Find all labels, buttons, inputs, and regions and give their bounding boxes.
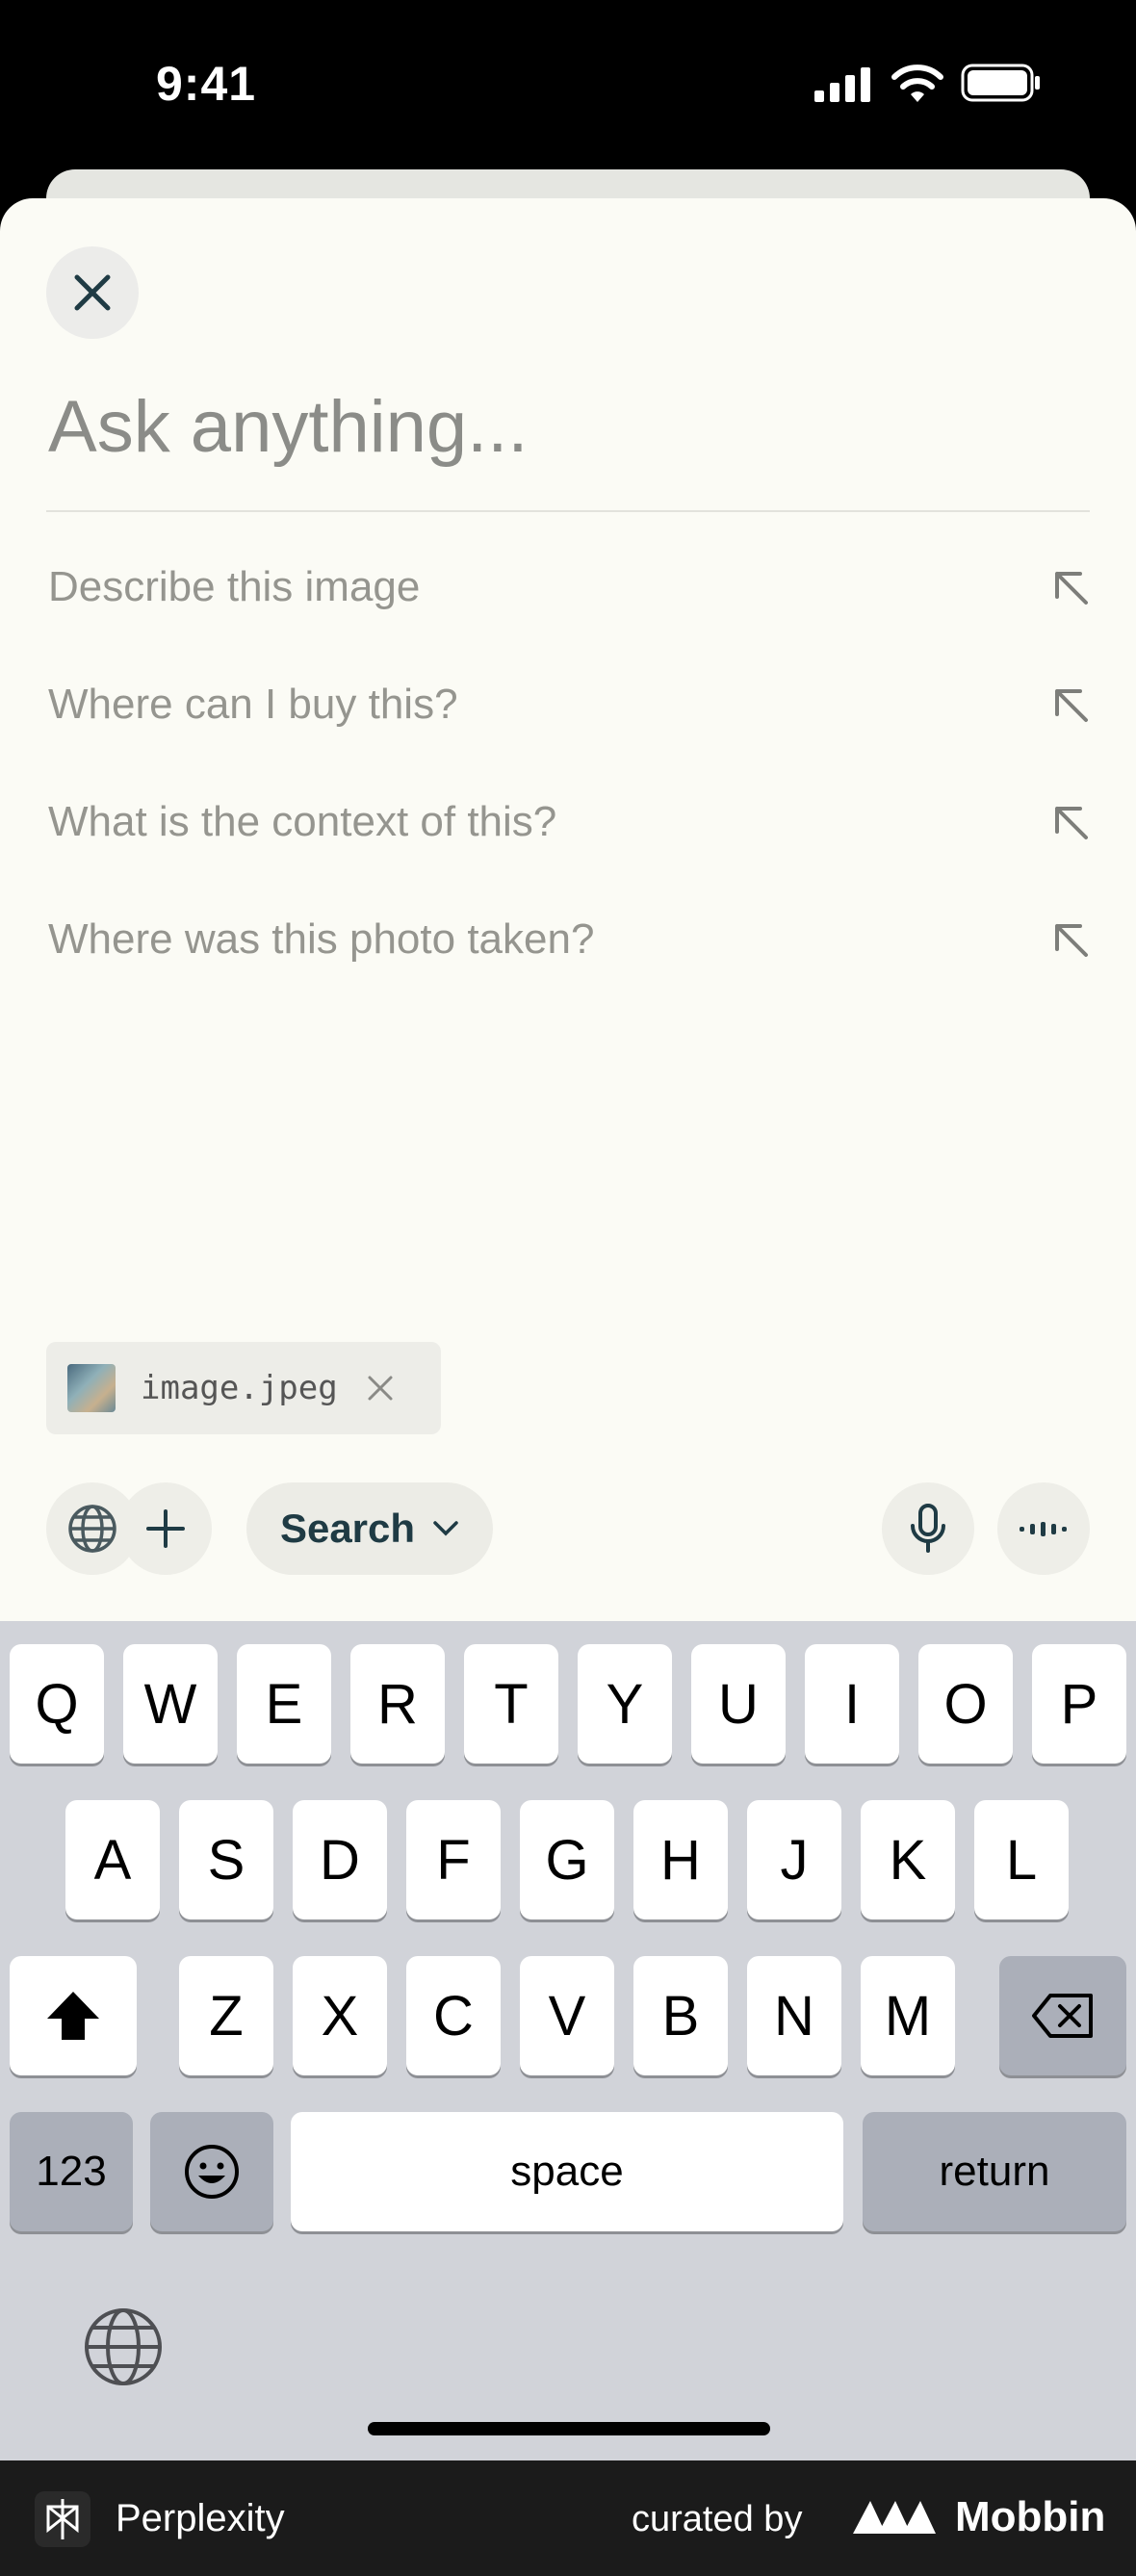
key-k[interactable]: K (861, 1800, 955, 1919)
attachment-thumbnail (67, 1364, 116, 1412)
suggestion-item[interactable]: What is the context of this? (48, 793, 1090, 851)
key-p[interactable]: P (1032, 1644, 1126, 1764)
search-mode-dropdown[interactable]: Search (246, 1482, 493, 1575)
key-b[interactable]: B (633, 1956, 728, 2075)
suggestion-label: What is the context of this? (48, 798, 557, 845)
cellular-signal-icon (814, 67, 870, 102)
key-m[interactable]: M (861, 1956, 955, 2075)
arrow-up-left-icon (1055, 572, 1088, 605)
suggestion-label: Where was this photo taken? (48, 915, 595, 963)
suggestion-label: Where can I buy this? (48, 681, 458, 728)
keyboard: Q W E R T Y U I O P A S D F G H J K L Z … (0, 1621, 1136, 2460)
footer-brand: Mobbin (955, 2493, 1106, 2540)
key-z[interactable]: Z (179, 1956, 273, 2075)
key-c[interactable]: C (406, 1956, 501, 2075)
space-key[interactable]: space (291, 2112, 843, 2231)
return-key[interactable]: return (863, 2112, 1126, 2231)
key-h[interactable]: H (633, 1800, 728, 1919)
key-f[interactable]: F (406, 1800, 501, 1919)
key-q[interactable]: Q (10, 1644, 104, 1764)
battery-icon (961, 64, 1040, 102)
key-v[interactable]: V (520, 1956, 614, 2075)
key-i[interactable]: I (805, 1644, 899, 1764)
footer-curated-by: curated by (632, 2499, 803, 2539)
key-a[interactable]: A (65, 1800, 160, 1919)
voice-input-button[interactable] (882, 1482, 974, 1575)
key-r[interactable]: R (350, 1644, 445, 1764)
key-y[interactable]: Y (578, 1644, 672, 1764)
mobbin-logo-icon (853, 2501, 936, 2534)
globe-icon (68, 1505, 116, 1553)
key-e[interactable]: E (237, 1644, 331, 1764)
key-u[interactable]: U (691, 1644, 786, 1764)
microphone-icon (911, 1504, 945, 1553)
backspace-icon (1032, 1994, 1093, 2038)
suggestion-item[interactable]: Describe this image (48, 558, 1090, 616)
remove-attachment-icon[interactable] (367, 1375, 394, 1402)
chevron-down-icon (433, 1521, 458, 1536)
footer-app-name: Perplexity (116, 2497, 285, 2539)
key-x[interactable]: X (293, 1956, 387, 2075)
backspace-key[interactable] (999, 1956, 1126, 2075)
wifi-icon (891, 64, 943, 102)
key-d[interactable]: D (293, 1800, 387, 1919)
arrow-up-left-icon (1055, 807, 1088, 839)
status-time: 9:41 (156, 57, 257, 111)
divider (46, 510, 1090, 512)
key-t[interactable]: T (464, 1644, 558, 1764)
shift-key[interactable] (10, 1956, 137, 2075)
close-icon (74, 274, 111, 311)
emoji-key[interactable] (150, 2112, 273, 2231)
sound-wave-icon (1020, 1522, 1067, 1536)
key-l[interactable]: L (974, 1800, 1069, 1919)
key-o[interactable]: O (918, 1644, 1013, 1764)
suggestion-item[interactable]: Where can I buy this? (48, 676, 1090, 734)
voice-mode-button[interactable] (997, 1482, 1090, 1575)
search-mode-label: Search (279, 1506, 416, 1551)
home-indicator (368, 2422, 770, 2435)
suggestion-item[interactable]: Where was this photo taken? (48, 911, 1090, 968)
add-attachment-button[interactable] (119, 1482, 212, 1575)
close-button[interactable] (46, 246, 139, 339)
shift-arrow-icon (47, 1992, 99, 2040)
keyboard-globe-icon[interactable] (83, 2306, 164, 2387)
key-s[interactable]: S (179, 1800, 273, 1919)
emoji-icon (185, 2145, 239, 2199)
key-j[interactable]: J (747, 1800, 841, 1919)
numbers-key[interactable]: 123 (10, 2112, 133, 2231)
key-w[interactable]: W (123, 1644, 218, 1764)
attachment-name: image.jpeg (141, 1369, 338, 1407)
attachment-chip: image.jpeg (46, 1342, 441, 1434)
plus-icon (146, 1509, 185, 1548)
key-n[interactable]: N (747, 1956, 841, 2075)
perplexity-logo-icon (35, 2491, 90, 2547)
query-input[interactable]: Ask anything... (48, 385, 529, 469)
arrow-up-left-icon (1055, 689, 1088, 722)
suggestion-label: Describe this image (48, 563, 421, 610)
key-g[interactable]: G (520, 1800, 614, 1919)
arrow-up-left-icon (1055, 924, 1088, 957)
